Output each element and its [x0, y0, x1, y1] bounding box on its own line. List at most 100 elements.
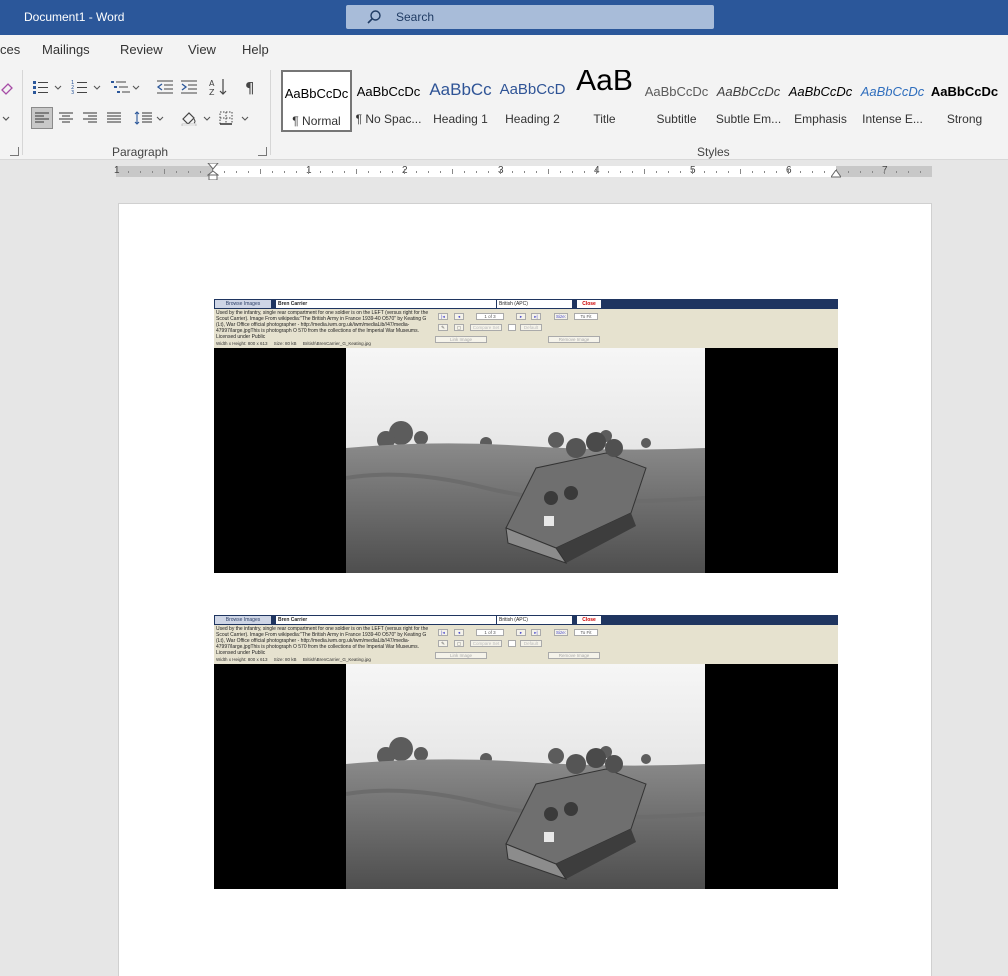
align-center-button[interactable] [55, 107, 77, 129]
default-button[interactable]: Default [520, 640, 542, 647]
browse-images-button[interactable]: Browse Images [215, 300, 271, 308]
embedded-screenshot-2[interactable]: Browse Images Bren Carrier British (APC)… [214, 615, 838, 889]
sort-icon[interactable]: AZ [208, 76, 230, 98]
ruler-tick [368, 171, 369, 173]
style-subtitle[interactable]: AaBbCcDc Subtitle [641, 70, 712, 132]
link-image-button[interactable]: Link Image [435, 652, 487, 659]
checkbox[interactable] [508, 640, 516, 647]
decrease-indent-icon[interactable] [154, 76, 176, 98]
styles-group-label: Styles [697, 145, 730, 159]
copy-icon[interactable]: ▢ [454, 324, 464, 331]
horizontal-ruler[interactable]: 1 1 2 3 4 5 6 7 [114, 163, 932, 180]
ruler-tick [908, 171, 909, 173]
style-normal[interactable]: AaBbCcDc ¶ Normal [281, 70, 352, 132]
borders-button[interactable] [218, 107, 252, 129]
shading-button[interactable] [180, 107, 214, 129]
style-subtle-emphasis[interactable]: AaBbCcDc Subtle Em... [713, 70, 784, 132]
first-button[interactable]: |◂ [438, 629, 448, 636]
styles-gallery: AaBbCcDc ¶ Normal AaBbCcDc ¶ No Spac... … [280, 70, 1008, 132]
document-page[interactable]: Browse Images Bren Carrier British (APC)… [118, 203, 932, 976]
remove-image-button[interactable]: Remove Image [548, 652, 600, 659]
increase-indent-icon[interactable] [178, 76, 200, 98]
tab-help[interactable]: Help [242, 42, 269, 57]
justify-button[interactable] [103, 107, 125, 129]
ruler-tick [500, 169, 501, 174]
style-name: Title [593, 112, 616, 126]
size-text: Size: 80 kB [273, 657, 297, 662]
category-field[interactable]: British (APC) [497, 616, 572, 624]
counter-field: 1 of 3 [476, 313, 504, 320]
paragraph-dialog-launcher-icon[interactable] [258, 147, 267, 156]
align-right-button[interactable] [79, 107, 101, 129]
ruler-tick [776, 171, 777, 173]
ruler-tick [884, 169, 885, 174]
fit-dropdown[interactable]: To Fit [574, 629, 598, 636]
ruler-tick [632, 171, 633, 173]
style-strong[interactable]: AaBbCcDc Strong [929, 70, 1000, 132]
edit-icon[interactable]: ✎ [438, 324, 448, 331]
ruler-number: 1 [114, 165, 120, 176]
compare-button[interactable]: Compare Set [470, 324, 502, 331]
compare-button[interactable]: Compare Set [470, 640, 502, 647]
close-button[interactable]: Close [577, 616, 601, 624]
embedded-screenshot-1[interactable]: Browse Images Bren Carrier British (APC)… [214, 299, 838, 573]
default-button[interactable]: Default [520, 324, 542, 331]
tab-review[interactable]: Review [120, 42, 163, 57]
style-emphasis[interactable]: AaBbCcDc Emphasis [785, 70, 856, 132]
item-name-field[interactable]: Bren Carrier [276, 616, 496, 624]
ruler-tick [896, 171, 897, 173]
show-formatting-marks-icon[interactable]: ¶ [240, 76, 262, 98]
fit-dropdown[interactable]: To Fit [574, 313, 598, 320]
next-button[interactable]: ▸ [516, 313, 526, 320]
ruler-tick [140, 171, 141, 173]
ruler-tick [380, 171, 381, 173]
ruler-tick [704, 171, 705, 173]
multilevel-list-button[interactable] [110, 76, 144, 98]
tab-mailings[interactable]: Mailings [42, 42, 90, 57]
style-heading-1[interactable]: AaBbCc Heading 1 [425, 70, 496, 132]
ruler-tick [464, 171, 465, 173]
last-button[interactable]: ▸| [531, 629, 541, 636]
ruler-tick [764, 171, 765, 173]
ruler-tick [920, 171, 921, 173]
right-indent-marker[interactable] [831, 170, 841, 178]
style-heading-2[interactable]: AaBbCcD Heading 2 [497, 70, 568, 132]
bullets-button[interactable] [32, 76, 66, 98]
style-preview: AaBbCcDc [284, 86, 349, 101]
copy-icon[interactable]: ▢ [454, 640, 464, 647]
prev-button[interactable]: ◂ [454, 313, 464, 320]
prev-button[interactable]: ◂ [454, 629, 464, 636]
tab-view[interactable]: View [188, 42, 216, 57]
next-button[interactable]: ▸ [516, 629, 526, 636]
item-name-field[interactable]: Bren Carrier [276, 300, 496, 308]
category-field[interactable]: British (APC) [497, 300, 572, 308]
first-button[interactable]: |◂ [438, 313, 448, 320]
remove-image-button[interactable]: Remove Image [548, 336, 600, 343]
style-no-spacing[interactable]: AaBbCcDc ¶ No Spac... [353, 70, 424, 132]
numbering-button[interactable]: 123 [71, 76, 105, 98]
ruler-tick [668, 171, 669, 173]
checkbox[interactable] [508, 324, 516, 331]
close-button[interactable]: Close [577, 300, 601, 308]
line-spacing-button[interactable] [134, 107, 168, 129]
font-dialog-launcher-icon[interactable] [10, 147, 19, 156]
search-box[interactable]: Search [346, 5, 714, 29]
ruler-tick [872, 171, 873, 173]
style-title[interactable]: AaB Title [569, 70, 640, 132]
ruler-tick [452, 169, 453, 174]
style-preview: AaBbCcDc [930, 84, 999, 99]
browse-images-button[interactable]: Browse Images [215, 616, 271, 624]
app-header: Browse Images Bren Carrier British (APC)… [214, 299, 838, 348]
dimensions-text: Width x Height: 800 x 613 [216, 341, 268, 346]
last-button[interactable]: ▸| [531, 313, 541, 320]
style-name: Heading 1 [433, 112, 488, 126]
edit-icon[interactable]: ✎ [438, 640, 448, 647]
font-dropdown-chevron-icon[interactable] [0, 108, 12, 130]
link-image-button[interactable]: Link Image [435, 336, 487, 343]
style-intense-emphasis[interactable]: AaBbCcDc Intense E... [857, 70, 928, 132]
align-left-button[interactable] [31, 107, 53, 129]
ruler-tick [356, 169, 357, 174]
clear-formatting-icon[interactable] [0, 77, 14, 99]
tab-references[interactable]: ces [0, 42, 20, 57]
first-line-indent-marker[interactable] [207, 163, 219, 180]
